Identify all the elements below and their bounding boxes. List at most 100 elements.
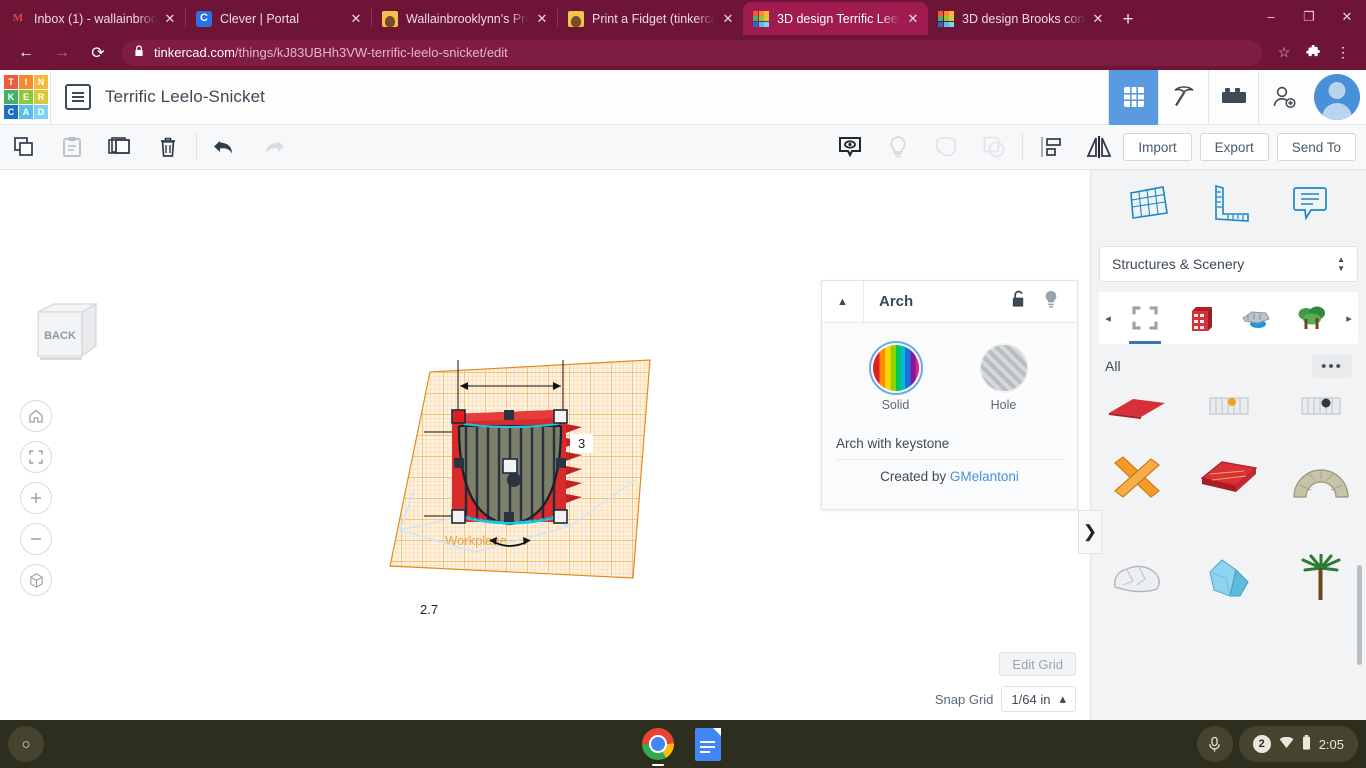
dimension-width-label[interactable]: 3 — [570, 434, 594, 453]
invite-people-icon[interactable] — [1258, 69, 1308, 125]
browser-tab-active[interactable]: 3D design Terrific Leelo-S ✕ — [743, 2, 928, 35]
shape-library-select[interactable]: Structures & Scenery ▲ ▼ — [1099, 246, 1358, 282]
launcher-button[interactable]: ○ — [8, 726, 44, 762]
solid-swatch-option[interactable]: Solid — [868, 341, 923, 412]
redo-arrow-icon — [249, 125, 297, 170]
rock-shape[interactable] — [1091, 528, 1183, 628]
browser-tab[interactable]: M Inbox (1) - wallainbrookl ✕ — [0, 2, 185, 35]
page-title: Terrific Leelo-Snicket — [105, 87, 265, 106]
shape-grid-scrollbar[interactable] — [1357, 565, 1362, 665]
fit-to-view-button[interactable] — [20, 441, 52, 473]
notification-count-badge: 2 — [1252, 735, 1271, 753]
reload-button[interactable]: ⟳ — [84, 39, 112, 67]
paste-icon — [48, 125, 96, 170]
logo-letter: N — [34, 75, 48, 89]
edit-grid-button[interactable]: Edit Grid — [999, 652, 1076, 676]
logo-letter: C — [4, 105, 18, 119]
orthographic-toggle-button[interactable] — [20, 564, 52, 596]
bookmark-star-icon[interactable]: ☆ — [1270, 40, 1298, 66]
tab-close-icon[interactable]: ✕ — [719, 10, 737, 28]
minimize-window-button[interactable]: – — [1252, 0, 1290, 33]
mirror-flip-icon[interactable] — [1075, 125, 1123, 170]
collapse-panel-button[interactable]: ❯ — [1078, 510, 1102, 554]
view-navigation-buttons — [20, 400, 52, 596]
maximize-window-button[interactable]: ❐ — [1290, 0, 1328, 33]
minecraft-pickaxe-icon[interactable] — [1158, 69, 1208, 125]
lightbulb-icon — [874, 125, 922, 170]
author-link[interactable]: GMelantoni — [950, 469, 1019, 484]
fountain-shape[interactable] — [1183, 388, 1275, 428]
import-button[interactable]: Import — [1123, 133, 1192, 161]
zoom-in-button[interactable] — [20, 482, 52, 514]
blocks-grid-icon[interactable] — [1108, 69, 1158, 125]
home-view-button[interactable] — [20, 400, 52, 432]
duplicate-icon[interactable] — [96, 125, 144, 170]
url-path: /things/kJ83UBHh3VW-terrific-leelo-snick… — [234, 45, 508, 60]
lego-brick-icon[interactable] — [1208, 69, 1258, 125]
zoom-out-button[interactable] — [20, 523, 52, 555]
red-platform-shape[interactable] — [1183, 428, 1275, 528]
red-roof-shape[interactable] — [1091, 388, 1183, 428]
chrome-shelf-icon[interactable] — [642, 728, 674, 766]
palm-tree-shape[interactable] — [1275, 528, 1366, 628]
3d-canvas[interactable]: Workplane — [380, 330, 760, 620]
infrastructure-tab[interactable] — [1229, 292, 1285, 344]
grid-controls: Edit Grid Snap Grid 1/64 in ▴ — [935, 652, 1076, 712]
status-area[interactable]: 2 2:05 — [1238, 726, 1358, 762]
snap-grid-select[interactable]: 1/64 in ▴ — [1001, 686, 1076, 712]
note-icon[interactable] — [1289, 183, 1331, 228]
buildings-tab[interactable] — [1173, 292, 1229, 344]
shape-grid[interactable] — [1091, 388, 1366, 708]
browser-tab[interactable]: Wallainbrooklynn's Proj ✕ — [372, 2, 557, 35]
collapse-inspector-button[interactable]: ▲ — [822, 280, 864, 323]
unlocked-padlock-icon[interactable] — [1010, 290, 1027, 314]
workplane-icon[interactable] — [1127, 183, 1169, 228]
project-list-icon[interactable] — [65, 84, 91, 110]
browser-tab[interactable]: Print a Fidget (tinkercad ✕ — [558, 2, 743, 35]
tab-close-icon[interactable]: ✕ — [347, 10, 365, 28]
back-button[interactable]: ← — [12, 39, 40, 67]
browser-tab[interactable]: C Clever | Portal ✕ — [186, 2, 371, 35]
microphone-icon[interactable] — [1196, 726, 1233, 762]
fountain-dark-shape[interactable] — [1275, 388, 1366, 428]
undo-arrow-icon[interactable] — [201, 125, 249, 170]
align-icon[interactable] — [1027, 125, 1075, 170]
all-shapes-tab[interactable] — [1117, 292, 1173, 344]
tab-close-icon[interactable]: ✕ — [1089, 10, 1107, 28]
more-options-icon[interactable]: ••• — [1312, 354, 1352, 378]
photo-icon — [568, 10, 584, 27]
filter-label[interactable]: All — [1105, 358, 1121, 374]
shape-row — [1091, 428, 1366, 528]
tinkercad-logo[interactable]: T I N K E R C A D — [0, 70, 50, 125]
ruler-icon[interactable] — [1208, 183, 1250, 228]
hole-swatch-option[interactable]: Hole — [976, 341, 1031, 412]
address-bar[interactable]: tinkercad.com/things/kJ83UBHh3VW-terrifi… — [122, 39, 1262, 66]
nature-tab[interactable] — [1284, 292, 1340, 344]
wifi-icon — [1279, 736, 1294, 752]
browser-menu-icon[interactable]: ⋮ — [1328, 40, 1358, 66]
eye-visibility-icon[interactable] — [826, 125, 874, 170]
dimension-height-label[interactable]: 2.7 — [412, 600, 447, 619]
browser-toolbar: ← → ⟳ tinkercad.com/things/kJ83UBHh3VW-t… — [0, 35, 1366, 70]
send-to-button[interactable]: Send To — [1276, 133, 1356, 161]
lightbulb-icon[interactable] — [1043, 290, 1059, 314]
new-tab-button[interactable]: + — [1113, 5, 1143, 35]
close-window-button[interactable]: ✕ — [1328, 0, 1366, 33]
copy-icon[interactable] — [0, 125, 48, 170]
extensions-puzzle-icon[interactable] — [1298, 40, 1328, 66]
tab-close-icon[interactable]: ✕ — [161, 10, 179, 28]
browser-tab[interactable]: 3D design Brooks contes ✕ — [928, 2, 1113, 35]
export-button[interactable]: Export — [1199, 133, 1269, 161]
stone-arch-shape[interactable] — [1275, 428, 1366, 528]
trash-icon[interactable] — [144, 125, 192, 170]
tab-close-icon[interactable]: ✕ — [904, 10, 922, 28]
view-cube[interactable]: BACK — [24, 300, 104, 370]
wooden-cross-shape[interactable] — [1091, 428, 1183, 528]
prev-category-arrow[interactable]: ◂ — [1099, 312, 1117, 325]
next-category-arrow[interactable]: ▸ — [1340, 312, 1358, 325]
avatar[interactable] — [1314, 74, 1360, 120]
crystal-shape[interactable] — [1183, 528, 1275, 628]
google-docs-shelf-icon[interactable] — [692, 727, 724, 761]
logo-letter: R — [34, 90, 48, 104]
tab-close-icon[interactable]: ✕ — [533, 10, 551, 28]
